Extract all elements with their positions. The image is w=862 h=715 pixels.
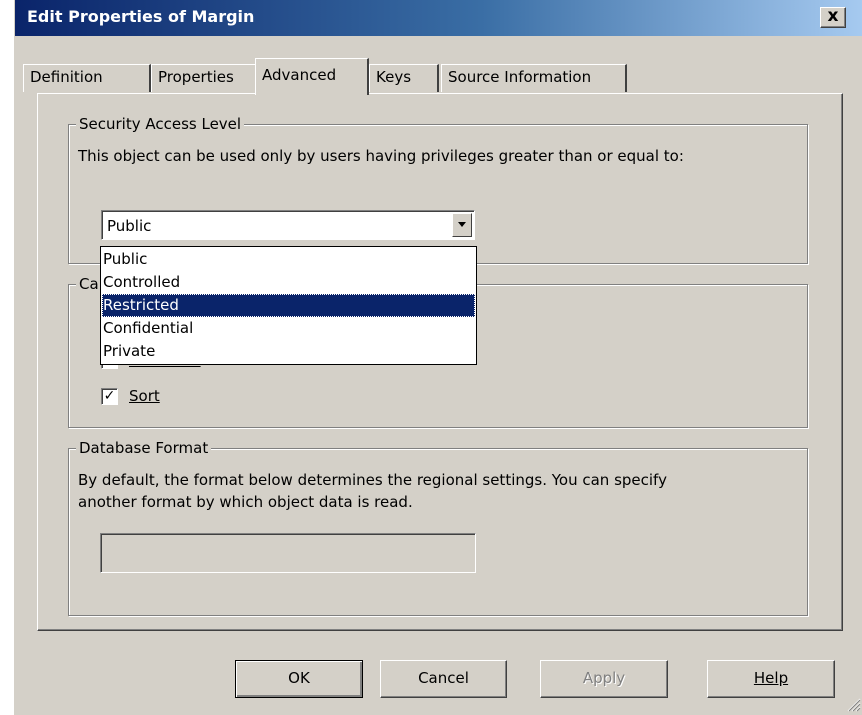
- chevron-down-icon[interactable]: [452, 213, 472, 237]
- apply-button[interactable]: Apply: [540, 660, 668, 698]
- security-level-combobox[interactable]: Public: [101, 210, 475, 240]
- tab-label: Advanced: [262, 66, 337, 84]
- close-icon: x: [827, 6, 839, 26]
- security-description: This object can be used only by users ha…: [78, 147, 684, 165]
- security-access-group: [68, 124, 808, 264]
- resize-grip-icon[interactable]: [845, 696, 861, 712]
- sort-label: Sort: [129, 387, 160, 405]
- window-title: Edit Properties of Margin: [27, 7, 255, 26]
- tab-advanced[interactable]: Advanced: [255, 58, 369, 95]
- database-format-field[interactable]: [100, 533, 476, 573]
- dropdown-option-private[interactable]: Private: [102, 340, 475, 363]
- security-access-legend: Security Access Level: [76, 115, 245, 133]
- tab-label: Definition: [30, 68, 103, 86]
- dropdown-option-controlled[interactable]: Controlled: [102, 271, 475, 294]
- security-level-dropdown: Public Controlled Restricted Confidentia…: [100, 246, 477, 365]
- sort-checkbox[interactable]: ✓: [101, 388, 118, 405]
- help-button[interactable]: Help: [707, 660, 835, 698]
- dropdown-option-public[interactable]: Public: [102, 248, 475, 271]
- database-format-description-2: another format by which object data is r…: [78, 493, 413, 511]
- database-format-description-1: By default, the format below determines …: [78, 471, 667, 489]
- tab-keys[interactable]: Keys: [369, 64, 439, 92]
- check-icon: ✓: [103, 388, 116, 404]
- tab-source-information[interactable]: Source Information: [441, 64, 627, 92]
- database-format-legend: Database Format: [76, 439, 212, 457]
- dropdown-option-restricted[interactable]: Restricted: [102, 294, 475, 317]
- cancel-button[interactable]: Cancel: [380, 660, 507, 698]
- combo-selected-value: Public: [107, 217, 152, 235]
- close-button[interactable]: x: [820, 7, 846, 28]
- tab-label: Keys: [376, 68, 412, 86]
- tab-label: Source Information: [448, 68, 592, 86]
- tab-definition[interactable]: Definition: [23, 64, 151, 92]
- title-bar: Edit Properties of Margin x: [15, 0, 862, 36]
- dialog-window: Edit Properties of Margin x Definition P…: [14, 0, 862, 715]
- ok-button[interactable]: OK: [235, 660, 363, 698]
- capabilities-legend: Ca: [76, 275, 102, 293]
- tab-label: Properties: [158, 68, 234, 86]
- tab-properties[interactable]: Properties: [151, 64, 257, 92]
- dropdown-option-confidential[interactable]: Confidential: [102, 317, 475, 340]
